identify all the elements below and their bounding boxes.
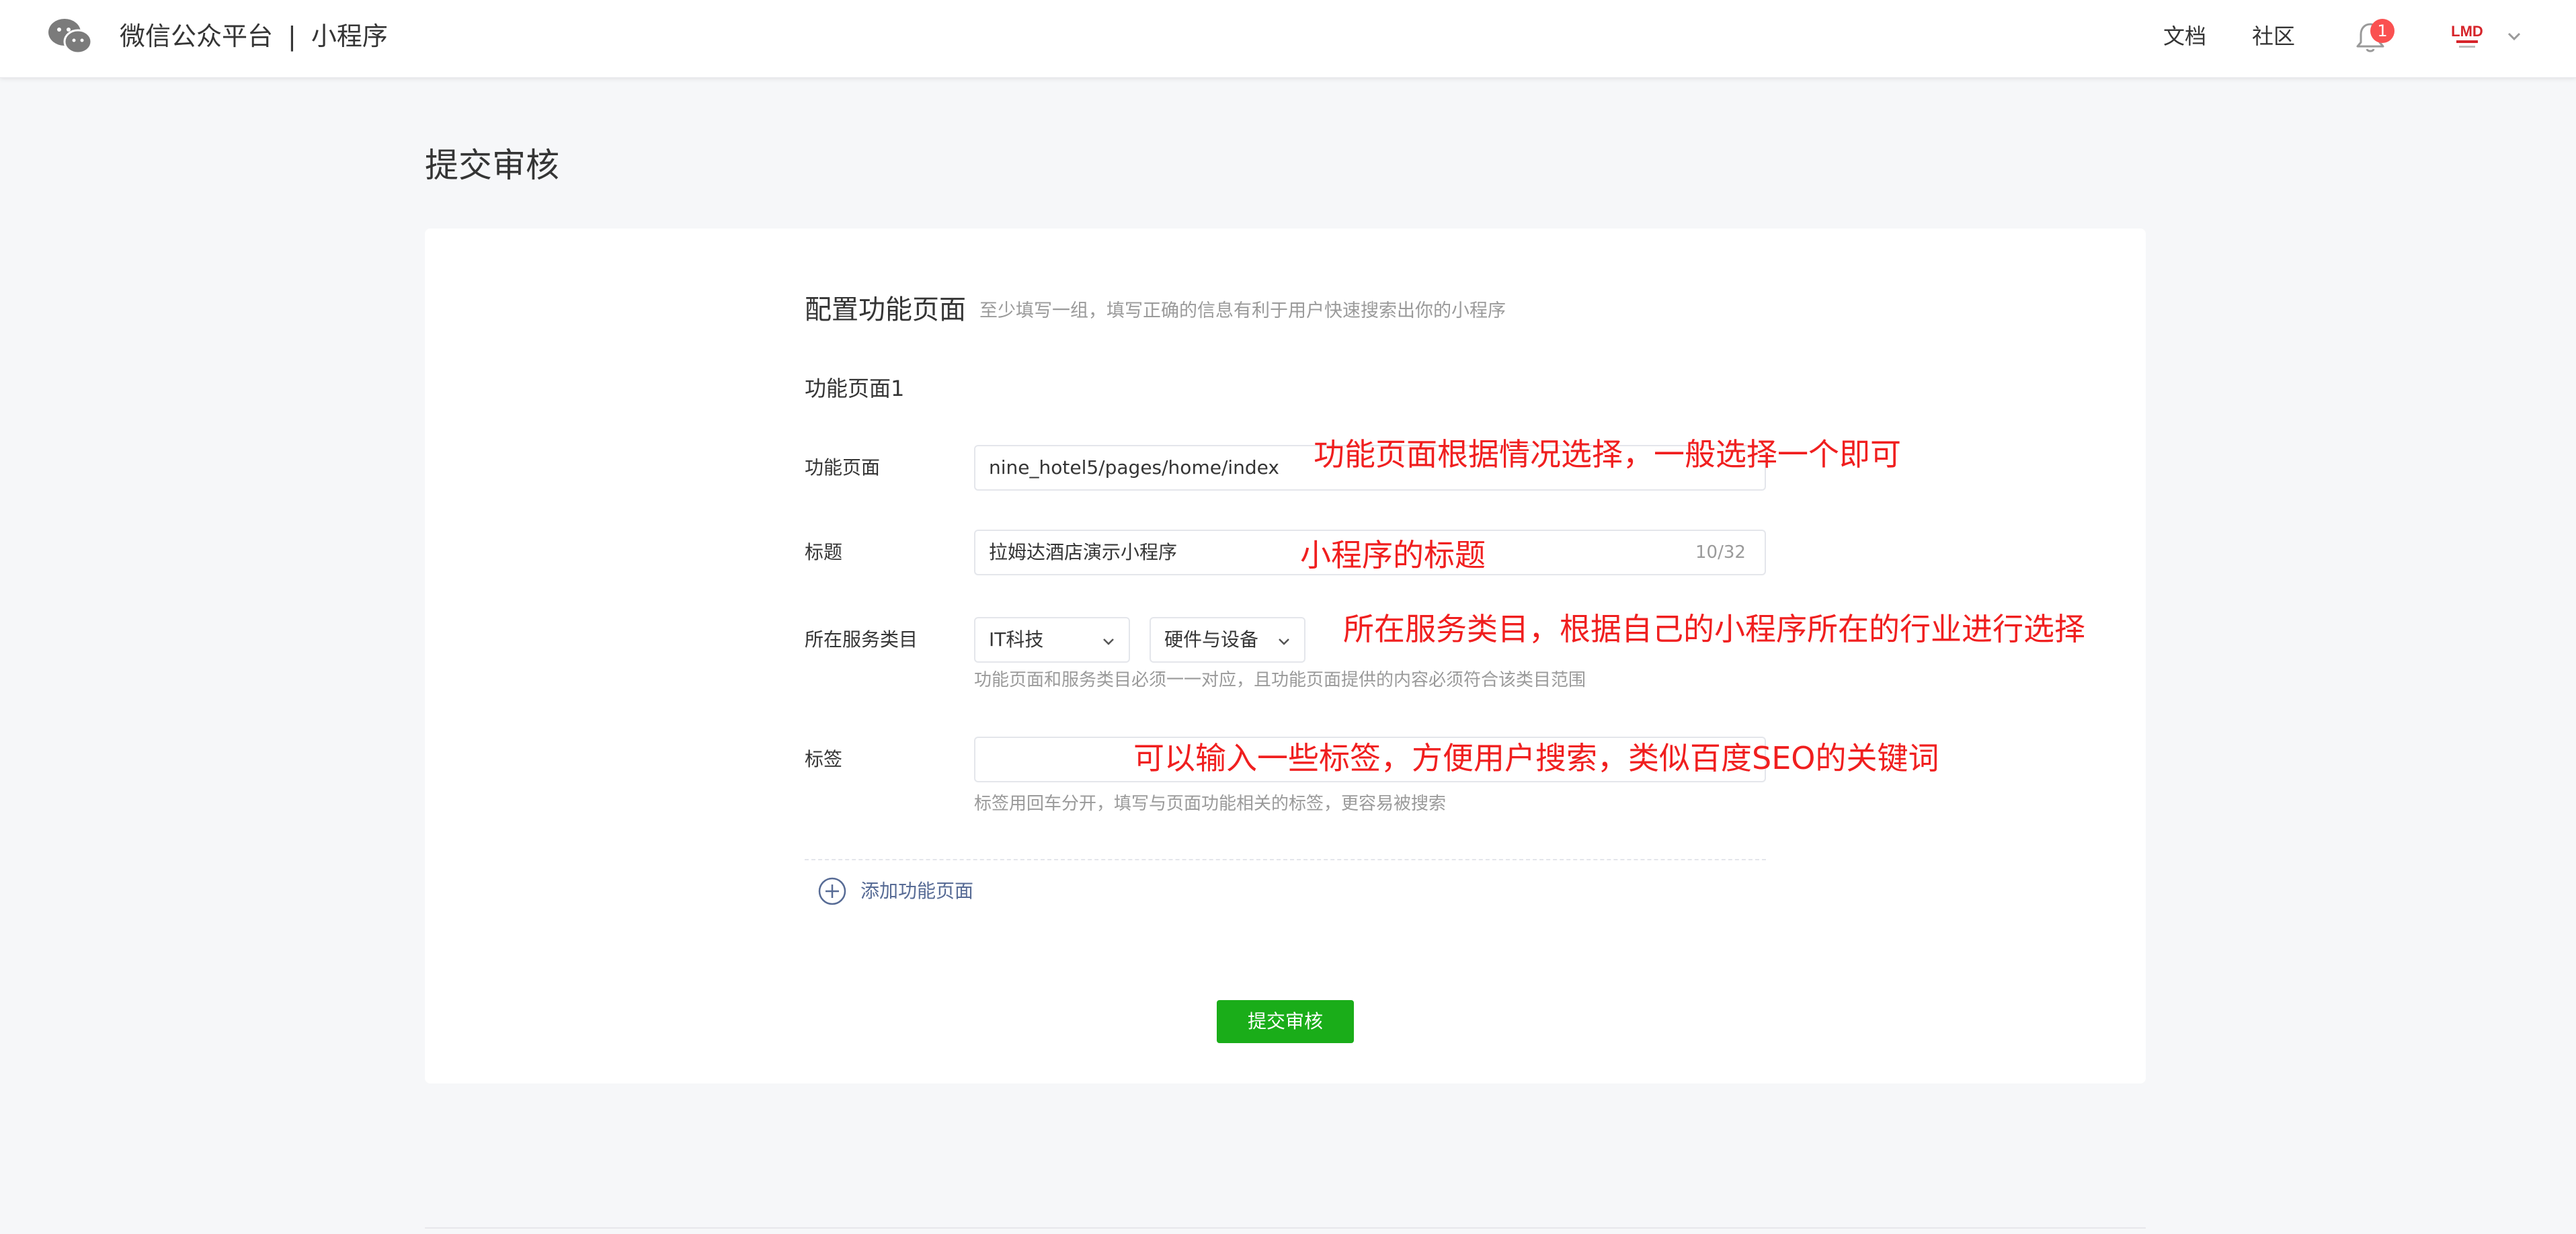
page-title: 提交审核 <box>425 146 559 185</box>
brand-separator: | <box>288 22 296 51</box>
section-description: 至少填写一组，填写正确的信息有利于用户快速搜索出你的小程序 <box>979 300 1506 321</box>
section-divider <box>805 859 1766 860</box>
category-primary-value: IT科技 <box>989 628 1044 651</box>
product-name: 小程序 <box>311 22 388 51</box>
wechat-logo-icon[interactable] <box>46 16 94 56</box>
add-page-label: 添加功能页面 <box>860 880 974 902</box>
category-secondary-value: 硬件与设备 <box>1164 628 1259 651</box>
chevron-down-icon <box>1279 639 1289 645</box>
group-title: 功能页面1 <box>805 376 905 401</box>
notification-badge: 1 <box>2370 19 2394 43</box>
category-secondary-select[interactable]: 硬件与设备 <box>1150 617 1305 663</box>
avatar-text: LMD <box>2451 23 2483 40</box>
chevron-down-icon <box>1103 639 1114 645</box>
brand-name: 微信公众平台 <box>120 22 274 51</box>
submit-button[interactable]: 提交审核 <box>1217 1000 1354 1043</box>
brand-title[interactable]: 微信公众平台 | 小程序 <box>120 20 388 52</box>
annotation-page: 功能页面根据情况选择，一般选择一个即可 <box>1314 436 1901 472</box>
plus-circle-icon <box>818 877 846 905</box>
add-page-button[interactable]: 添加功能页面 <box>817 875 973 907</box>
nav-docs-link[interactable]: 文档 <box>2163 22 2206 51</box>
category-primary-select[interactable]: IT科技 <box>974 617 1130 663</box>
top-bar: 微信公众平台 | 小程序 文档 社区 1 LMD <box>0 0 2576 78</box>
category-label: 所在服务类目 <box>805 628 918 651</box>
annotation-title: 小程序的标题 <box>1300 537 1486 573</box>
chevron-down-icon[interactable] <box>2505 27 2524 46</box>
nav-community-link[interactable]: 社区 <box>2252 22 2295 51</box>
page-label: 功能页面 <box>805 456 881 479</box>
footer-divider <box>425 1227 2146 1229</box>
tags-hint: 标签用回车分开，填写与页面功能相关的标签，更容易被搜索 <box>974 794 1447 814</box>
tags-label: 标签 <box>805 748 843 770</box>
annotation-tags: 可以输入一些标签，方便用户搜索，类似百度SEO的关键词 <box>1133 740 1939 776</box>
title-label: 标题 <box>805 541 843 563</box>
section-title: 配置功能页面 <box>805 294 966 325</box>
avatar[interactable]: LMD <box>2447 19 2487 56</box>
annotation-category: 所在服务类目，根据自己的小程序所在的行业进行选择 <box>1343 611 2085 647</box>
title-counter: 10/32 <box>1695 542 1746 563</box>
category-hint: 功能页面和服务类目必须一一对应，且功能页面提供的内容必须符合该类目范围 <box>974 670 1586 690</box>
